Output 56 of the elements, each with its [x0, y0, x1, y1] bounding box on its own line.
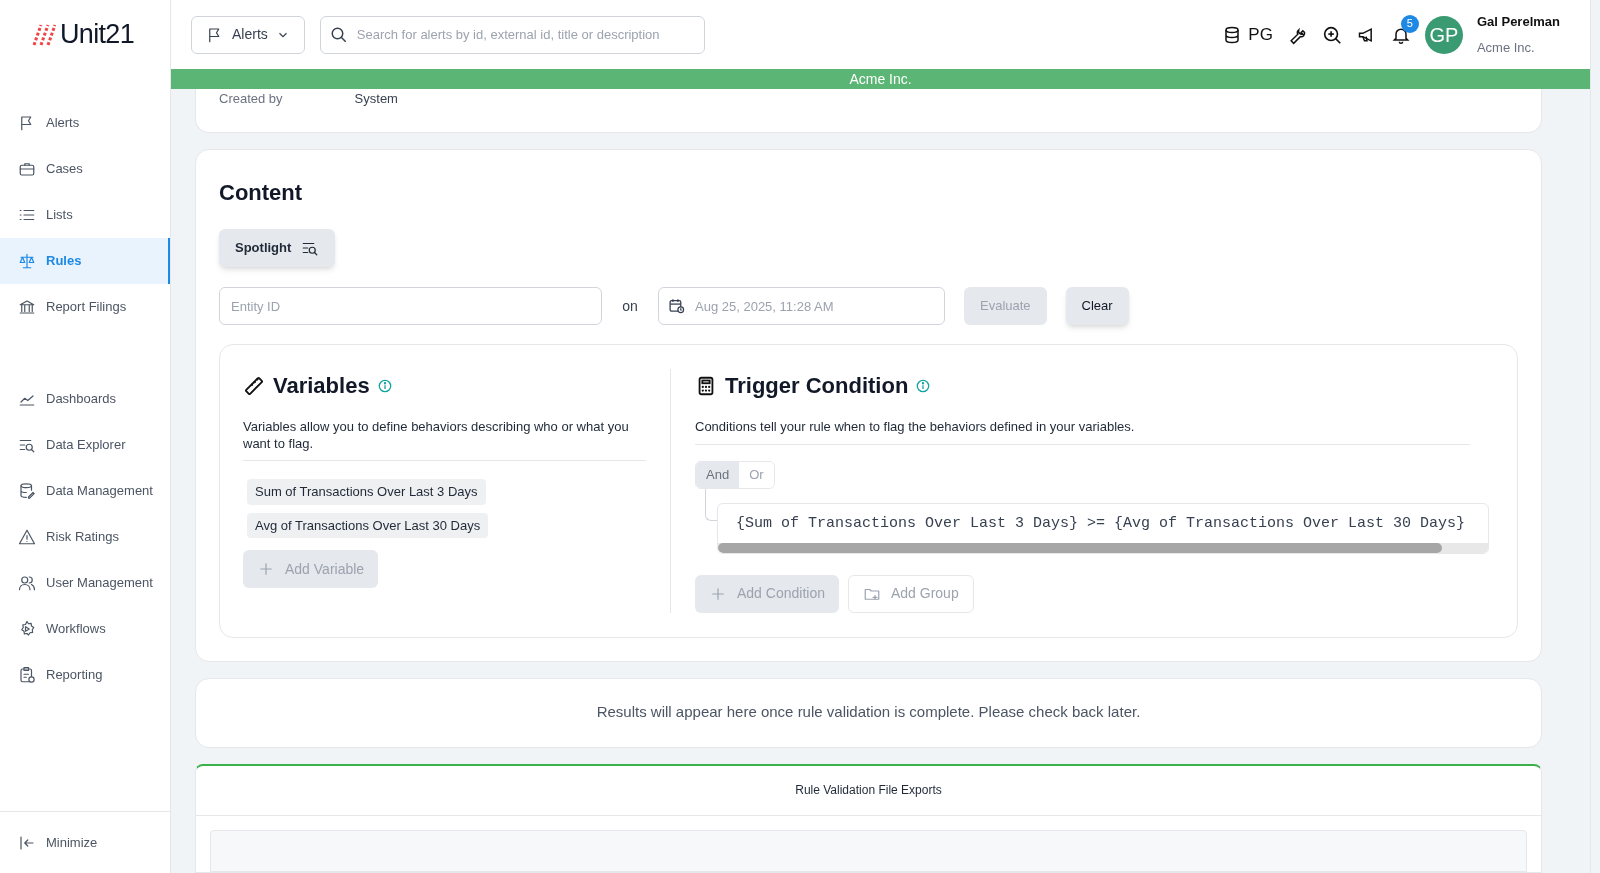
sidebar-item[interactable]: Reporting [0, 652, 170, 698]
database-label[interactable]: PG [1248, 21, 1273, 48]
user-name: Gal Perelman [1476, 13, 1560, 31]
logo-text: Unit21 [60, 18, 134, 52]
briefcase-icon [18, 160, 36, 178]
field-value: System [354, 90, 398, 108]
sidebar-item[interactable]: Lists [0, 192, 170, 238]
operator-toggle[interactable]: And [696, 462, 740, 488]
info-icon[interactable] [377, 378, 392, 393]
sidebar-item[interactable]: Dashboards [0, 376, 170, 422]
users-icon [18, 574, 36, 592]
trigger-condition-title: Trigger Condition [725, 372, 909, 400]
clipboard-icon [18, 666, 36, 684]
condition-expression-box[interactable]: {Sum of Transactions Over Last 3 Days} >= {Avg of Transactions Over Last 30 Days} [717, 503, 1489, 554]
sidebar-item[interactable]: Data Explorer [0, 422, 170, 468]
module-dropdown[interactable]: Alerts [191, 15, 305, 54]
sidebar-item[interactable]: Alerts [0, 100, 170, 146]
scale-icon [18, 252, 36, 270]
condition-expression: {Sum of Transactions Over Last 3 Days} >= {Avg of Transactions Over Last 30 Days} [735, 514, 1467, 534]
scrollbar-thumb[interactable] [718, 542, 1442, 553]
notification-badge: 5 [1400, 14, 1419, 33]
entity-id-field[interactable]: Entity ID [219, 287, 602, 325]
spotlight-button[interactable]: Spotlight [219, 229, 336, 267]
calendar-icon [668, 297, 685, 314]
bank-icon [18, 298, 36, 316]
date-field[interactable]: Aug 25, 2025, 11:28 AM [658, 287, 945, 325]
search-field[interactable]: Search for alerts by id, external id, title or description [319, 15, 705, 54]
results-message: Results will appear here once rule validation is complete. Please check back later. [596, 702, 1141, 723]
search-icon [329, 25, 348, 44]
ruler-icon [243, 374, 265, 397]
sidebar-item[interactable]: Cases [0, 146, 170, 192]
variable-tag[interactable]: Avg of Transactions Over Last 30 Days [247, 512, 489, 538]
gear-icon [18, 620, 36, 638]
database-icon[interactable] [1224, 25, 1241, 44]
clear-button[interactable]: Clear [1065, 287, 1129, 325]
sidebar-item[interactable]: Data Management [0, 468, 170, 514]
trigger-description: Conditions tell your rule when to flag the behaviors defined in your variables. [695, 418, 1470, 445]
field-label: Created by [219, 90, 283, 108]
user-organization: Acme Inc. [1476, 38, 1536, 57]
sidebar-item[interactable]: Report Filings [0, 284, 170, 330]
organization-banner: Acme Inc. [171, 69, 1590, 89]
variables-title: Variables [273, 372, 370, 400]
minimize-button[interactable]: Minimize [0, 832, 98, 853]
info-icon[interactable] [916, 378, 931, 393]
warning-icon [18, 528, 36, 546]
sidebar-item[interactable]: Risk Ratings [0, 514, 170, 560]
sidebar-item[interactable]: Workflows [0, 606, 170, 652]
connector-line [705, 489, 717, 521]
variable-tag[interactable]: Sum of Transactions Over Last 3 Days [247, 479, 486, 505]
exports-title: Rule Validation File Exports [795, 782, 942, 799]
variables-description: Variables allow you to define behaviors describing who or what you want to flag. [243, 418, 646, 461]
database-icon [18, 482, 36, 500]
sidebar-item[interactable]: User Management [0, 560, 170, 606]
on-label: on [621, 296, 639, 316]
plus-icon [257, 560, 275, 578]
section-title: Content [219, 179, 304, 207]
